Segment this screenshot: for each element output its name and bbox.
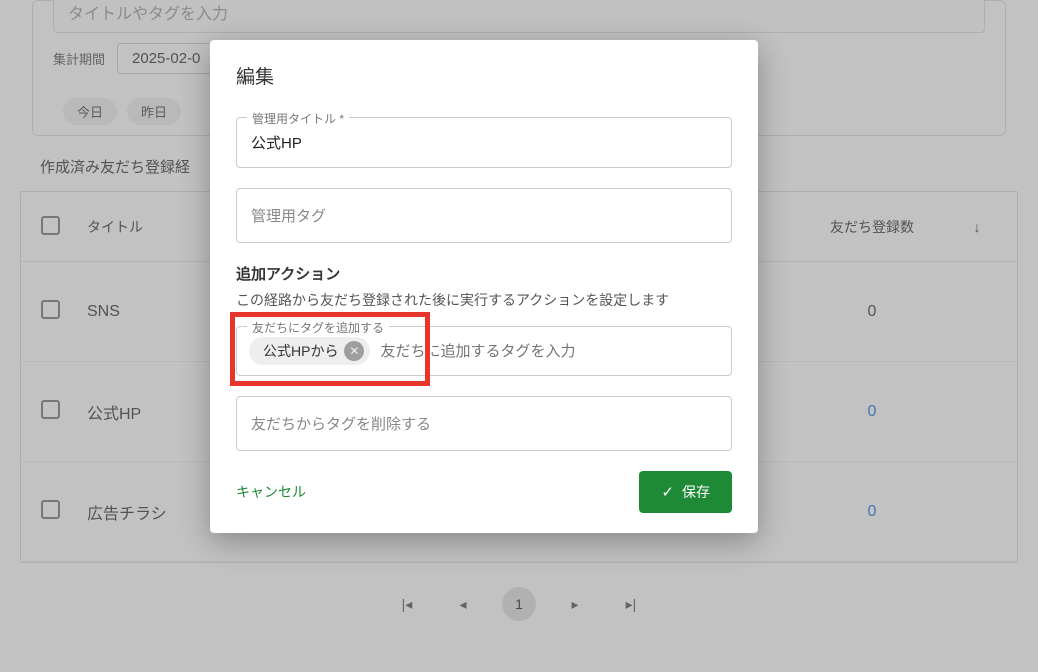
add-tag-field[interactable]: 友だちにタグを追加する 公式HPから ✕ bbox=[236, 326, 732, 376]
additional-action-desc: この経路から友だち登録された後に実行するアクションを設定します bbox=[236, 290, 732, 310]
tag-chip-text: 公式HPから bbox=[263, 341, 338, 361]
admin-title-label: 管理用タイトル * bbox=[247, 110, 349, 127]
modal-footer: キャンセル ✓ 保存 bbox=[236, 471, 732, 513]
edit-modal: 編集 管理用タイトル * 管理用タグ 追加アクション この経路から友だち登録され… bbox=[210, 40, 758, 533]
tag-chip: 公式HPから ✕ bbox=[249, 337, 370, 365]
modal-title: 編集 bbox=[236, 62, 732, 89]
admin-tag-placeholder: 管理用タグ bbox=[237, 189, 731, 242]
add-tag-input[interactable] bbox=[380, 343, 719, 360]
admin-tag-field[interactable]: 管理用タグ bbox=[236, 188, 732, 243]
save-button-label: 保存 bbox=[682, 482, 710, 502]
additional-action-heading: 追加アクション bbox=[236, 263, 732, 284]
add-tag-label: 友だちにタグを追加する bbox=[247, 319, 389, 336]
save-button[interactable]: ✓ 保存 bbox=[639, 471, 732, 513]
remove-tag-icon[interactable]: ✕ bbox=[344, 341, 364, 361]
remove-tag-field[interactable]: 友だちからタグを削除する bbox=[236, 396, 732, 451]
admin-title-field[interactable]: 管理用タイトル * bbox=[236, 117, 732, 168]
remove-tag-placeholder: 友だちからタグを削除する bbox=[237, 397, 731, 450]
check-icon: ✓ bbox=[661, 483, 674, 501]
cancel-button[interactable]: キャンセル bbox=[236, 482, 306, 502]
